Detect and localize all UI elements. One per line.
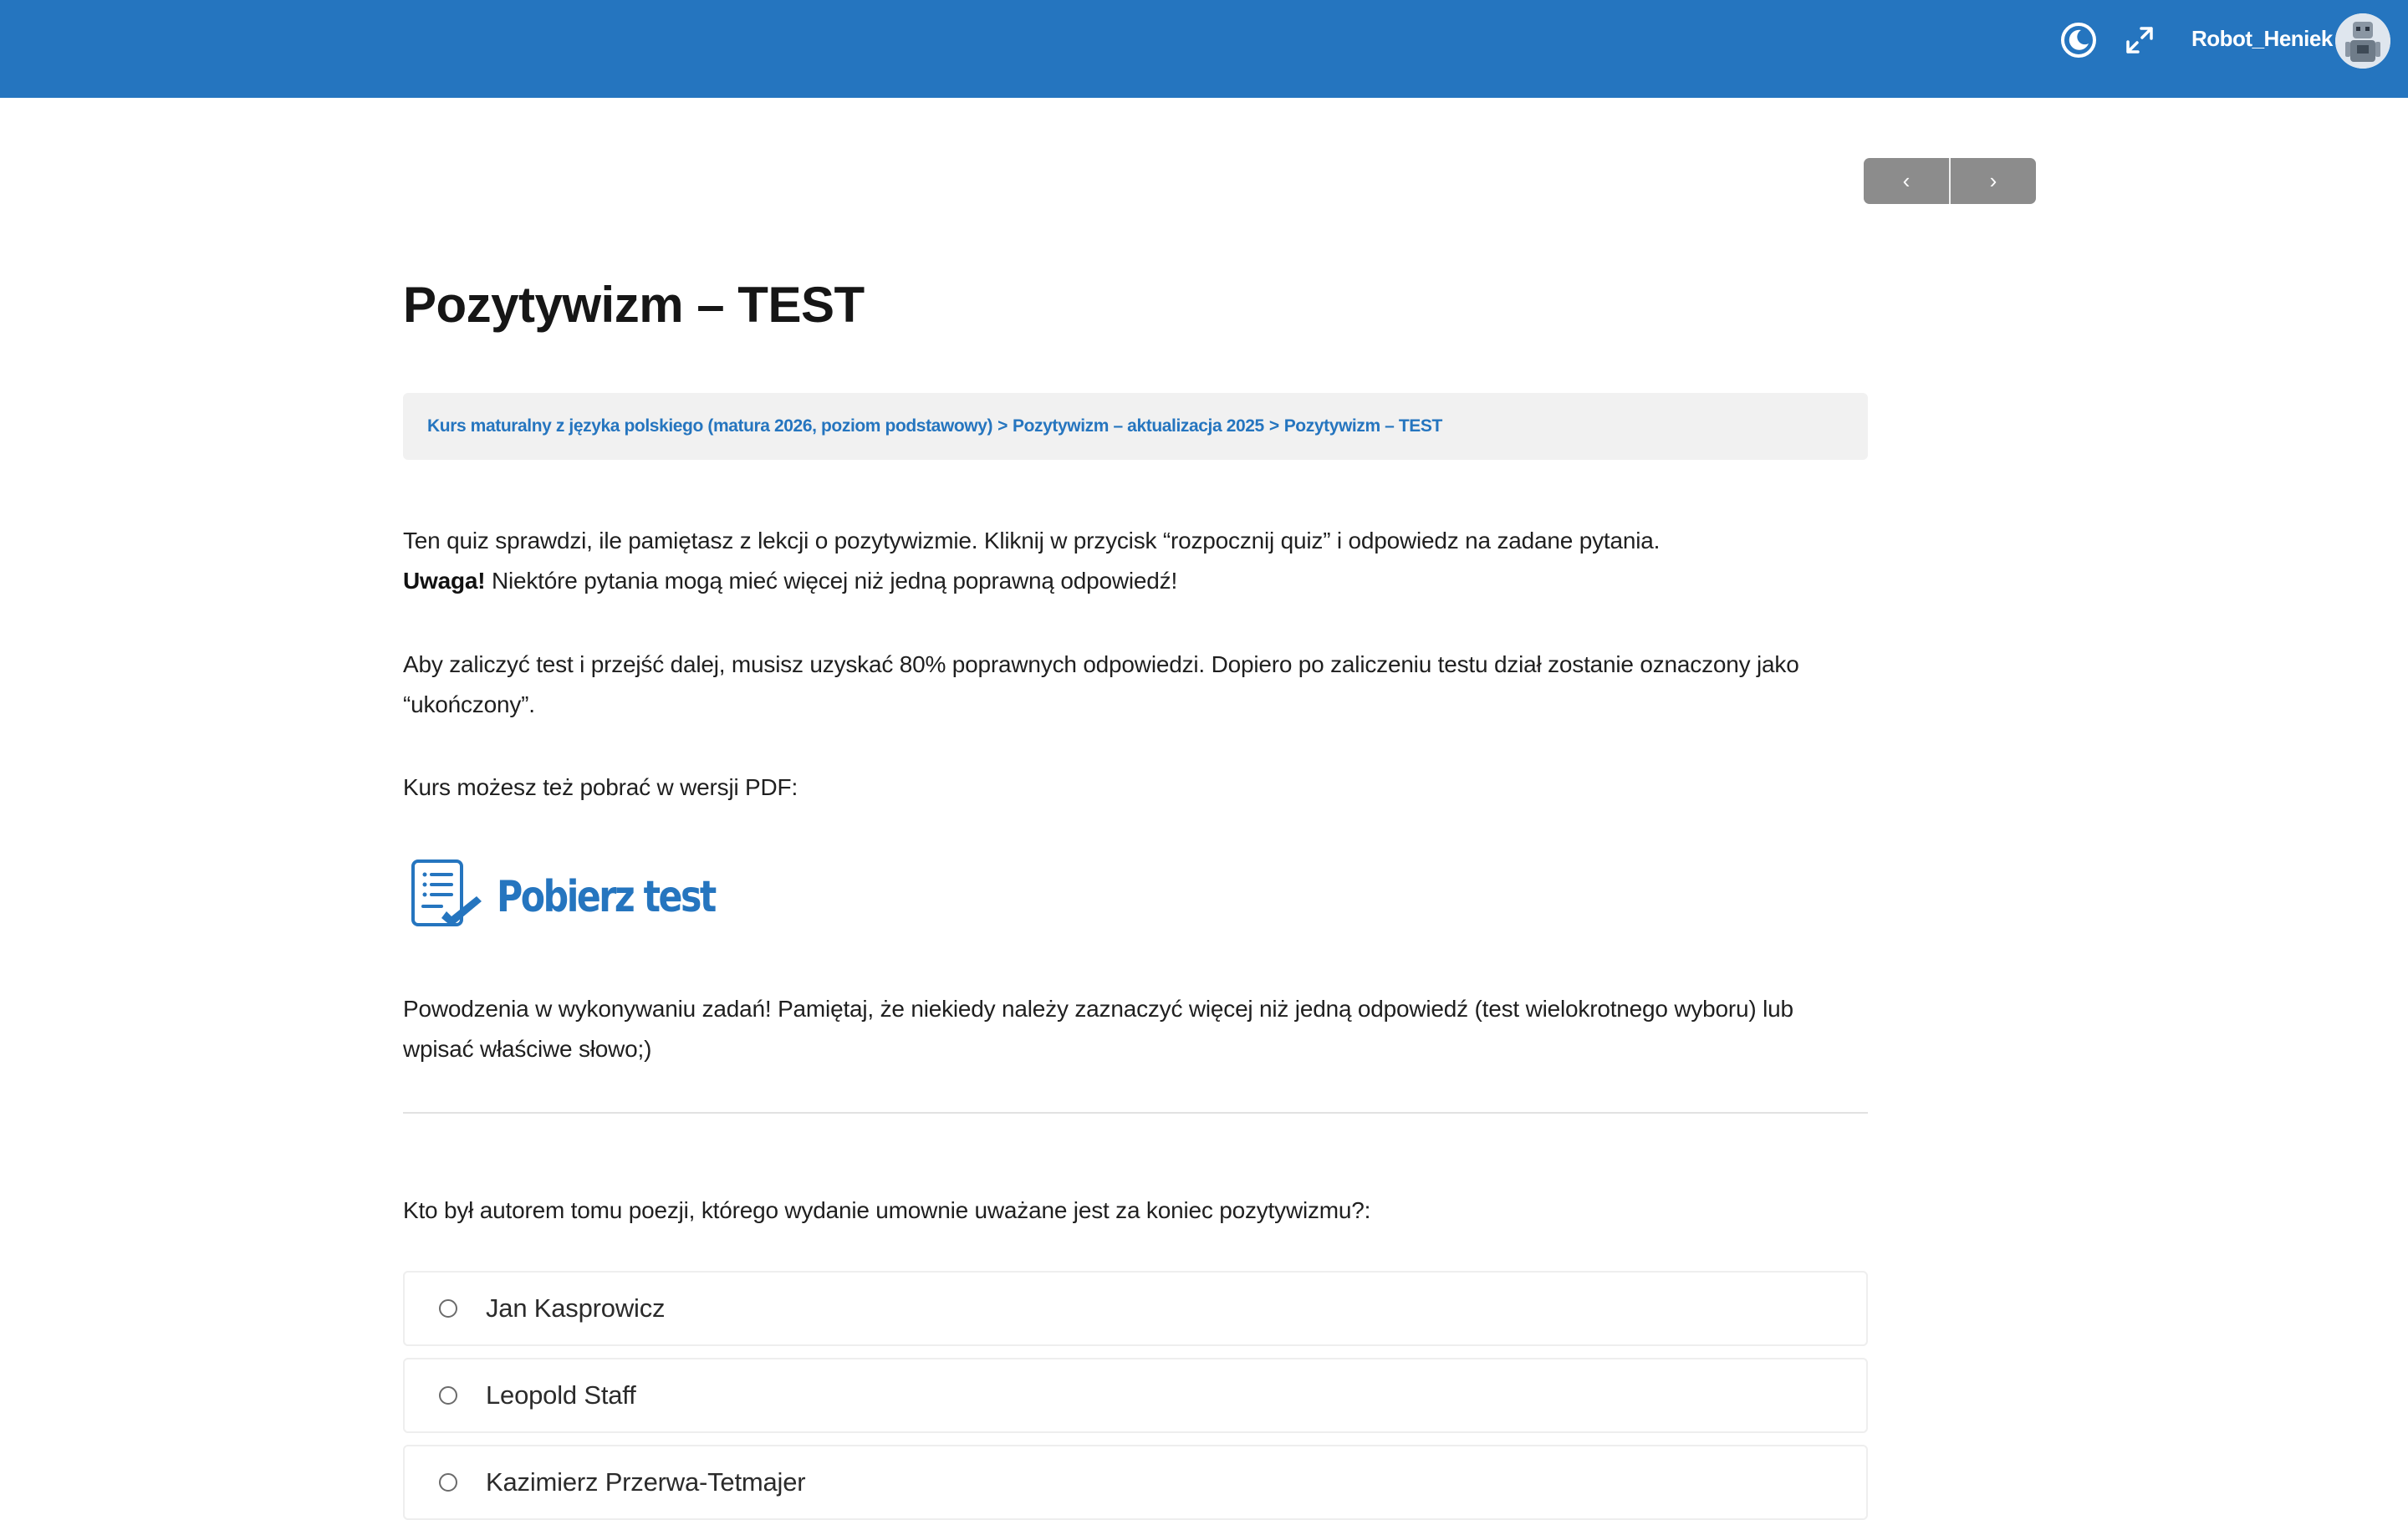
breadcrumb-item-section[interactable]: Pozytywizm – aktualizacja 2025: [1013, 416, 1264, 436]
document-check-icon: [408, 856, 485, 937]
answer-option[interactable]: Kazimierz Przerwa-Tetmajer: [403, 1445, 1868, 1520]
intro-text: Ten quiz sprawdzi, ile pamiętasz z lekcj…: [403, 528, 1661, 553]
answer-label: Kazimierz Przerwa-Tetmajer: [486, 1467, 806, 1497]
breadcrumb-item-course[interactable]: Kurs maturalny z języka polskiego (matur…: [427, 416, 993, 436]
fullscreen-icon[interactable]: [2118, 18, 2161, 62]
divider: [403, 1112, 1868, 1114]
radio-button[interactable]: [439, 1299, 457, 1318]
answer-option[interactable]: Leopold Staff: [403, 1358, 1868, 1433]
intro-paragraph: Ten quiz sprawdzi, ile pamiętasz z lekcj…: [403, 521, 1868, 601]
radio-button[interactable]: [439, 1473, 457, 1492]
warning-text: Niektóre pytania mogą mieć więcej niż je…: [485, 568, 1178, 594]
answer-option[interactable]: Jan Kasprowicz: [403, 1271, 1868, 1346]
breadcrumb: Kurs maturalny z języka polskiego (matur…: [403, 393, 1868, 460]
pdf-info-paragraph: Kurs możesz też pobrać w wersji PDF:: [403, 774, 798, 800]
warning-label: Uwaga!: [403, 568, 486, 594]
quiz-question: Kto był autorem tomu poezji, którego wyd…: [403, 1197, 1371, 1223]
username[interactable]: Robot_Heniek: [2191, 26, 2333, 52]
next-button[interactable]: ›: [1949, 158, 2036, 204]
page-title: Pozytywizm – TEST: [403, 277, 865, 333]
good-luck-paragraph: Powodzenia w wykonywaniu zadań! Pamiętaj…: [403, 996, 1793, 1062]
breadcrumb-separator: >: [1268, 416, 1279, 436]
download-test-label: Pobierz test: [497, 871, 717, 922]
radio-button[interactable]: [439, 1386, 457, 1405]
pass-requirement-paragraph: Aby zaliczyć test i przejść dalej, musis…: [403, 651, 1799, 717]
lesson-navigation: ‹ ›: [1864, 158, 2036, 204]
answer-label: Jan Kasprowicz: [486, 1293, 666, 1323]
avatar[interactable]: [2335, 13, 2390, 69]
breadcrumb-separator: >: [997, 416, 1008, 436]
breadcrumb-item-current[interactable]: Pozytywizm – TEST: [1284, 416, 1443, 436]
top-bar: Robot_Heniek: [0, 0, 2408, 98]
download-test-link[interactable]: Pobierz test: [408, 856, 763, 937]
dark-mode-icon[interactable]: [2057, 18, 2100, 62]
answer-label: Leopold Staff: [486, 1380, 636, 1410]
previous-button[interactable]: ‹: [1864, 158, 1949, 204]
